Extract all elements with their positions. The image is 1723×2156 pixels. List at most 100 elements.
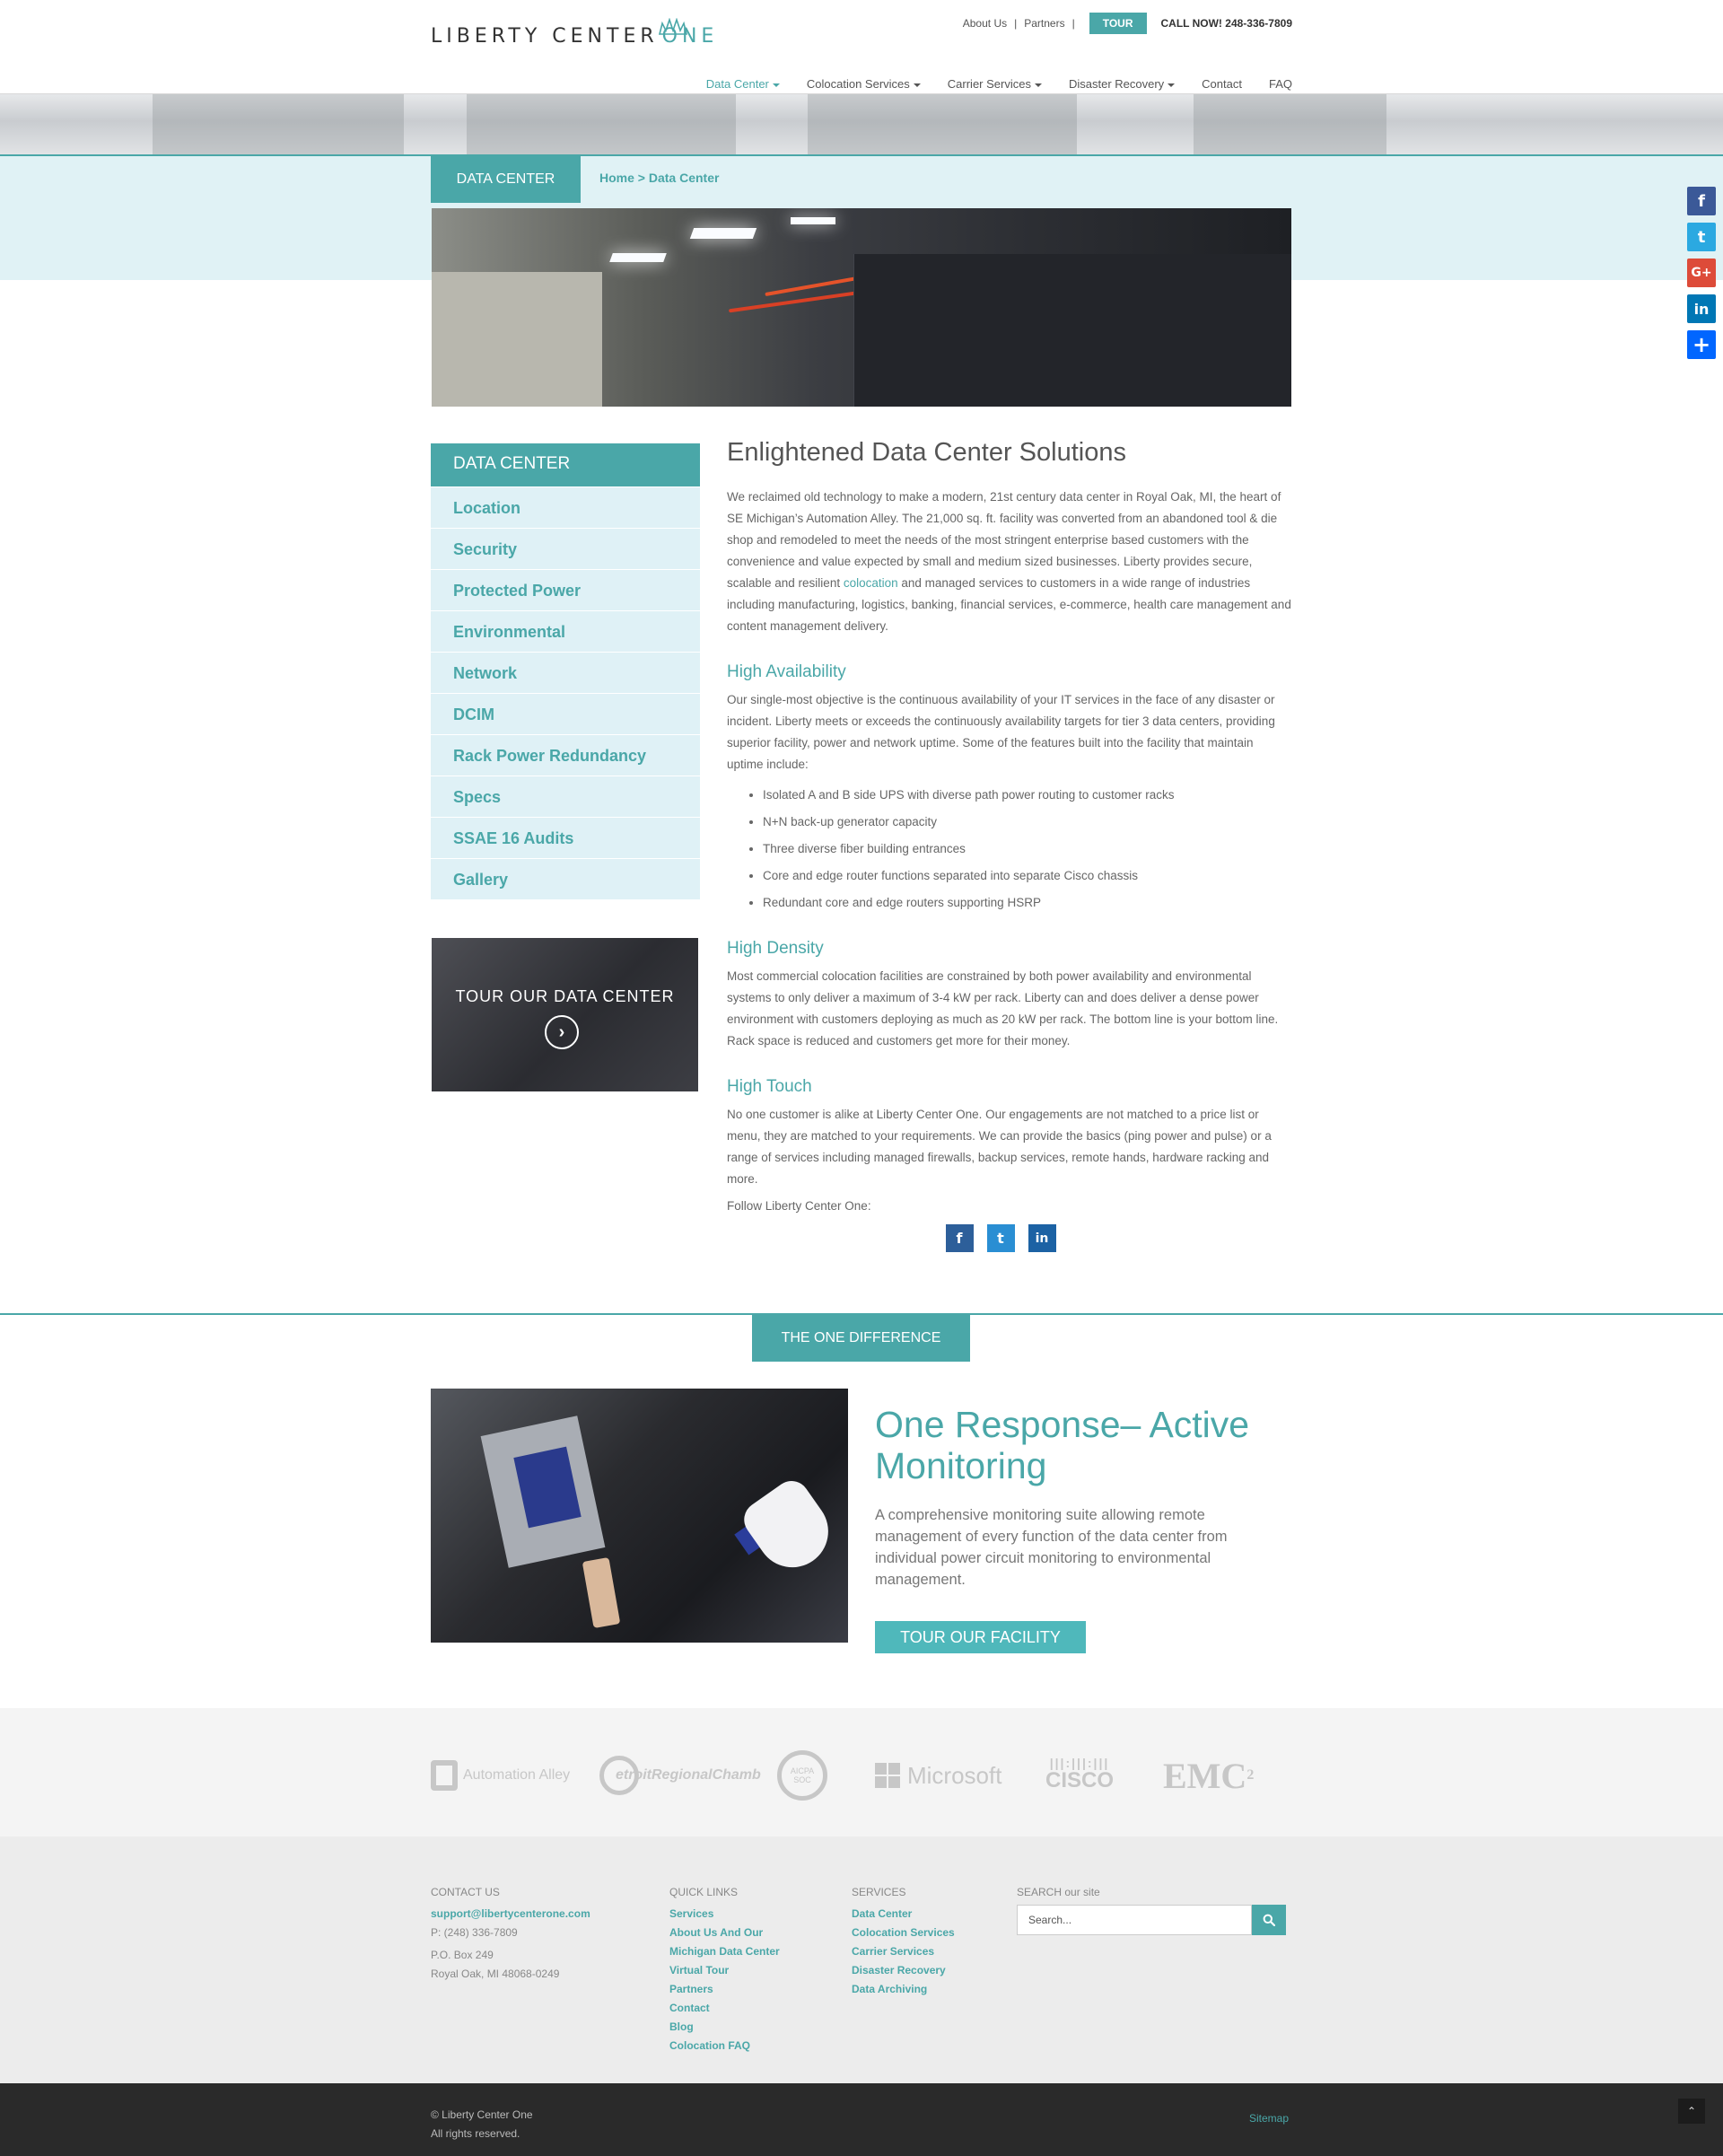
footer-quick-links: QUICK LINKS Services About Us And Our Mi…: [669, 1883, 780, 2055]
footer-service-disaster-recovery[interactable]: Disaster Recovery: [852, 1961, 955, 1980]
search-icon: [1263, 1914, 1275, 1926]
footer-service-colocation[interactable]: Colocation Services: [852, 1924, 955, 1942]
footer-phone: P: (248) 336-7809: [431, 1926, 518, 1939]
call-now-text[interactable]: CALL NOW! 248-336-7809: [1161, 17, 1293, 30]
partner-name: Microsoft: [907, 1761, 1002, 1789]
rack-silhouette: [467, 94, 736, 155]
search-input[interactable]: [1017, 1905, 1252, 1935]
high-density-heading: High Density: [727, 939, 824, 958]
linkedin-icon[interactable]: in: [1028, 1224, 1056, 1252]
twitter-icon[interactable]: t: [1687, 223, 1716, 251]
sidebar-heading: DATA CENTER: [431, 443, 700, 486]
nav-contact[interactable]: Contact: [1202, 77, 1242, 91]
nav-data-center[interactable]: Data Center: [706, 77, 780, 91]
footer-email-link[interactable]: support@libertycenterone.com: [431, 1905, 590, 1924]
main-nav: Data Center Colocation Services Carrier …: [706, 77, 1292, 91]
nav-label: Carrier Services: [947, 77, 1031, 91]
list-item: N+N back-up generator capacity: [763, 811, 1292, 833]
features-list: Isolated A and B side UPS with diverse p…: [763, 784, 1292, 914]
sidebar-item-network[interactable]: Network: [431, 652, 700, 693]
caret-down-icon: [772, 83, 780, 87]
high-touch-heading: High Touch: [727, 1077, 812, 1096]
sidebar-item-rack-power-redundancy[interactable]: Rack Power Redundancy: [431, 734, 700, 776]
back-to-top-button[interactable]: ⌃: [1678, 2099, 1705, 2124]
twitter-icon[interactable]: t: [986, 1224, 1015, 1252]
linkedin-icon[interactable]: in: [1687, 294, 1716, 323]
cisco-bars-icon: |||:|||:|||: [1049, 1756, 1110, 1770]
tour-promo-label: TOUR OUR DATA CENTER: [455, 987, 675, 1005]
partner-name: CISCO: [1045, 1768, 1115, 1792]
aicpa-soc-logo[interactable]: AICPA SOC: [777, 1750, 827, 1801]
caret-down-icon: [1168, 83, 1176, 87]
data-center-hero-image: [432, 208, 1291, 407]
footer-service-data-center[interactable]: Data Center: [852, 1905, 955, 1924]
footer-link-virtual-tour[interactable]: Virtual Tour: [669, 1961, 780, 1980]
share-icon[interactable]: +: [1687, 330, 1716, 359]
sidebar-item-dcim[interactable]: DCIM: [431, 693, 700, 734]
partner-name: etroitRegionalChamb: [616, 1767, 761, 1783]
server-cabinets: [853, 254, 1291, 407]
one-difference-tab: THE ONE DIFFERENCE: [752, 1314, 970, 1362]
device-tube: [582, 1556, 621, 1629]
colocation-link[interactable]: colocation: [844, 576, 898, 590]
about-us-link[interactable]: About Us: [963, 17, 1007, 30]
page-title-tab: DATA CENTER: [431, 156, 581, 203]
footer-link-services[interactable]: Services: [669, 1905, 780, 1924]
footer-link-colocation-faq[interactable]: Colocation FAQ: [669, 2037, 780, 2055]
page-heading: Enlightened Data Center Solutions: [727, 438, 1126, 467]
separator: |: [1071, 17, 1075, 30]
high-availability-text: Our single-most objective is the continu…: [727, 693, 1275, 771]
copyright: © Liberty Center One All rights reserved…: [431, 2106, 533, 2143]
ceiling-light: [609, 253, 667, 262]
nav-carrier-services[interactable]: Carrier Services: [948, 77, 1042, 91]
partner-logos: Automation Alley etroitRegionalChamb AIC…: [0, 1708, 1723, 1836]
facebook-icon[interactable]: f: [945, 1224, 974, 1252]
tour-facility-button[interactable]: TOUR OUR FACILITY: [875, 1621, 1086, 1653]
tour-data-center-promo[interactable]: TOUR OUR DATA CENTER ›: [432, 938, 698, 1091]
emc-logo[interactable]: EMC 2: [1163, 1753, 1254, 1798]
microsoft-logo[interactable]: Microsoft: [875, 1753, 1001, 1798]
sidebar-item-security[interactable]: Security: [431, 528, 700, 569]
sidebar-item-ssae-16-audits[interactable]: SSAE 16 Audits: [431, 817, 700, 858]
site-logo[interactable]: LIBERTY CENTER ONE: [431, 18, 718, 48]
rack-silhouette: [1194, 94, 1386, 155]
breadcrumb-home[interactable]: Home: [599, 171, 634, 185]
nav-faq[interactable]: FAQ: [1269, 77, 1292, 91]
partner-name: EMC: [1163, 1755, 1247, 1796]
footer-link-partners[interactable]: Partners: [669, 1980, 780, 1999]
automation-alley-logo[interactable]: Automation Alley: [431, 1753, 570, 1798]
partner-name: Automation Alley: [463, 1767, 571, 1783]
footer-service-data-archiving[interactable]: Data Archiving: [852, 1980, 955, 1999]
footer-link-about[interactable]: About Us And Our: [669, 1924, 780, 1942]
footer-link-michigan-data-center[interactable]: Michigan Data Center: [669, 1942, 780, 1961]
cisco-logo[interactable]: |||:|||:||| CISCO: [1045, 1753, 1114, 1798]
footer-contact-heading: CONTACT US: [431, 1886, 500, 1898]
sidebar-item-gallery[interactable]: Gallery: [431, 858, 700, 899]
tour-button[interactable]: TOUR: [1089, 13, 1147, 34]
nav-colocation-services[interactable]: Colocation Services: [807, 77, 921, 91]
nav-disaster-recovery[interactable]: Disaster Recovery: [1069, 77, 1176, 91]
search-button[interactable]: [1252, 1905, 1286, 1935]
list-item: Redundant core and edge routers supporti…: [763, 892, 1292, 914]
list-item: Three diverse fiber building entrances: [763, 838, 1292, 860]
sidebar-item-location[interactable]: Location: [431, 486, 700, 528]
google-plus-icon[interactable]: G+: [1687, 259, 1716, 287]
footer-link-blog[interactable]: Blog: [669, 2018, 780, 2037]
footer-quick-heading: QUICK LINKS: [669, 1886, 739, 1898]
sidebar-item-protected-power[interactable]: Protected Power: [431, 569, 700, 610]
intro-text: We reclaimed old technology to make a mo…: [727, 490, 1281, 590]
sitemap-link[interactable]: Sitemap: [1249, 2112, 1289, 2125]
sidebar-item-environmental[interactable]: Environmental: [431, 610, 700, 652]
footer-service-carrier[interactable]: Carrier Services: [852, 1942, 955, 1961]
footer-link-contact[interactable]: Contact: [669, 1999, 780, 2018]
detroit-chamber-logo[interactable]: etroitRegionalChamb: [599, 1753, 761, 1798]
header-background-image: [0, 93, 1723, 155]
sidebar-item-specs[interactable]: Specs: [431, 776, 700, 817]
copyright-text: © Liberty Center One: [431, 2108, 533, 2121]
caret-down-icon: [1034, 83, 1042, 87]
ceiling-light: [791, 217, 835, 224]
facebook-icon[interactable]: f: [1687, 187, 1716, 215]
bottom-bar: [0, 2083, 1723, 2156]
floating-share-bar: f t G+ in +: [1687, 187, 1716, 359]
partners-link[interactable]: Partners: [1024, 17, 1064, 30]
